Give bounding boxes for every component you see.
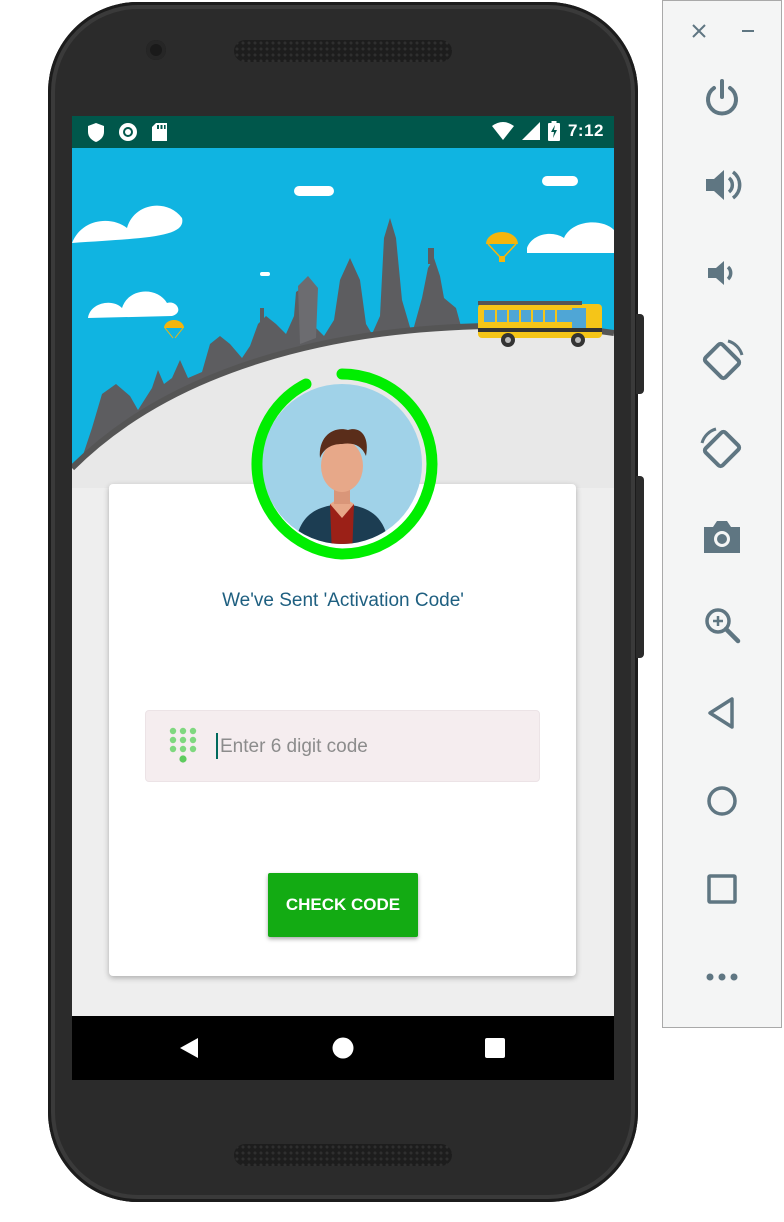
dialpad-icon — [169, 727, 197, 763]
overview-icon — [707, 874, 737, 904]
minimize-icon[interactable] — [740, 23, 756, 39]
zoom-button[interactable] — [663, 595, 781, 655]
volume-down-button[interactable] — [663, 243, 781, 303]
back-button[interactable] — [663, 683, 781, 743]
navigation-bar — [72, 1016, 614, 1080]
rotate-right-icon — [700, 427, 742, 469]
back-icon[interactable] — [180, 1038, 200, 1058]
signal-icon — [521, 122, 540, 140]
volume-up-icon — [706, 170, 742, 200]
shield-icon — [88, 122, 104, 142]
battery-charging-icon — [547, 121, 560, 141]
recents-icon[interactable] — [485, 1038, 505, 1058]
front-camera — [146, 40, 166, 60]
top-speaker — [234, 40, 452, 62]
rotate-left-icon — [702, 339, 744, 381]
more-button[interactable] — [663, 947, 781, 1007]
screenshot-button[interactable] — [663, 507, 781, 567]
back-icon — [708, 697, 734, 729]
sd-card-icon — [152, 123, 167, 141]
home-button[interactable] — [663, 771, 781, 831]
overview-button[interactable] — [663, 859, 781, 919]
power-button[interactable] — [663, 67, 781, 127]
activation-code-input[interactable] — [218, 729, 522, 765]
clock-time: 7:12 — [567, 121, 604, 140]
zoom-icon — [705, 608, 741, 644]
activation-code-field[interactable] — [145, 710, 540, 782]
emulator-toolbar — [662, 0, 782, 1028]
status-bar: 7:12 — [72, 116, 614, 148]
close-icon[interactable] — [691, 23, 707, 39]
home-icon — [707, 786, 737, 816]
power-icon — [706, 79, 738, 116]
user-avatar — [251, 368, 438, 560]
bottom-speaker — [234, 1144, 452, 1166]
home-icon[interactable] — [332, 1037, 354, 1059]
phone-side-button-power[interactable] — [636, 314, 644, 394]
activation-title: We've Sent 'Activation Code' — [222, 590, 464, 611]
camera-icon — [704, 521, 740, 553]
phone-side-button-volume[interactable] — [636, 476, 644, 658]
more-icon — [706, 973, 738, 981]
rotate-right-button[interactable] — [663, 419, 781, 479]
device-screen: 7:12 We've Sent 'Activation Code' Enter … — [72, 116, 614, 1080]
rotate-left-button[interactable] — [663, 331, 781, 391]
volume-down-icon — [708, 261, 733, 285]
check-code-button[interactable]: CHECK CODE — [268, 873, 418, 937]
sync-circle-icon — [119, 123, 137, 141]
wifi-icon — [491, 122, 514, 140]
volume-up-button[interactable] — [663, 155, 781, 215]
